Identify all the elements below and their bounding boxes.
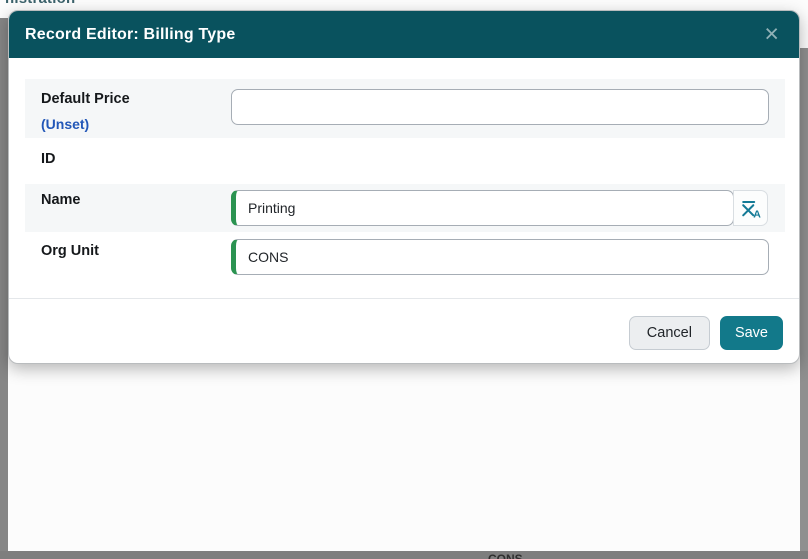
field-row-org-unit: Org Unit [25, 232, 785, 282]
field-row-default-price: Default Price (Unset) [25, 79, 785, 138]
org-unit-label-cell: Org Unit [25, 232, 231, 282]
translate-icon: A [740, 197, 762, 219]
field-row-name: Name A [25, 184, 785, 232]
name-label: Name [41, 192, 81, 208]
id-label-cell: ID [25, 138, 231, 184]
default-price-input[interactable] [231, 89, 769, 125]
dialog-footer: Cancel Save [9, 298, 799, 363]
unset-link[interactable]: (Unset) [41, 116, 89, 132]
default-price-value-cell [231, 79, 785, 138]
record-editor-dialog: Record Editor: Billing Type × Default Pr… [8, 10, 800, 364]
cancel-button[interactable]: Cancel [629, 316, 710, 350]
svg-text:A: A [753, 209, 761, 219]
name-input[interactable] [231, 190, 734, 226]
save-button[interactable]: Save [720, 316, 783, 350]
id-label: ID [41, 151, 56, 167]
name-label-cell: Name [25, 184, 231, 232]
background-grid-row-clipped: CONS [0, 551, 808, 559]
org-unit-input[interactable] [231, 239, 769, 275]
dialog-header: Record Editor: Billing Type × [9, 11, 799, 58]
translate-button[interactable]: A [733, 190, 768, 226]
clipped-grid-cell-text: CONS [488, 552, 523, 559]
default-price-label-cell: Default Price (Unset) [25, 79, 231, 138]
clipped-heading-text: nistration [0, 0, 220, 7]
field-row-id: ID [25, 138, 785, 184]
name-value-cell: A [231, 184, 785, 232]
background-page-clipped-heading: nistration [0, 0, 220, 7]
close-button[interactable]: × [760, 22, 783, 47]
backdrop-right-edge [800, 48, 808, 551]
org-unit-label: Org Unit [41, 243, 99, 259]
default-price-label: Default Price [41, 91, 130, 107]
org-unit-value-cell [231, 232, 785, 282]
dialog-title: Record Editor: Billing Type [25, 26, 235, 44]
close-icon: × [764, 20, 779, 48]
dialog-body: Default Price (Unset) ID Name [9, 58, 799, 282]
id-value-cell [231, 138, 785, 184]
backdrop-left-edge [0, 18, 8, 551]
